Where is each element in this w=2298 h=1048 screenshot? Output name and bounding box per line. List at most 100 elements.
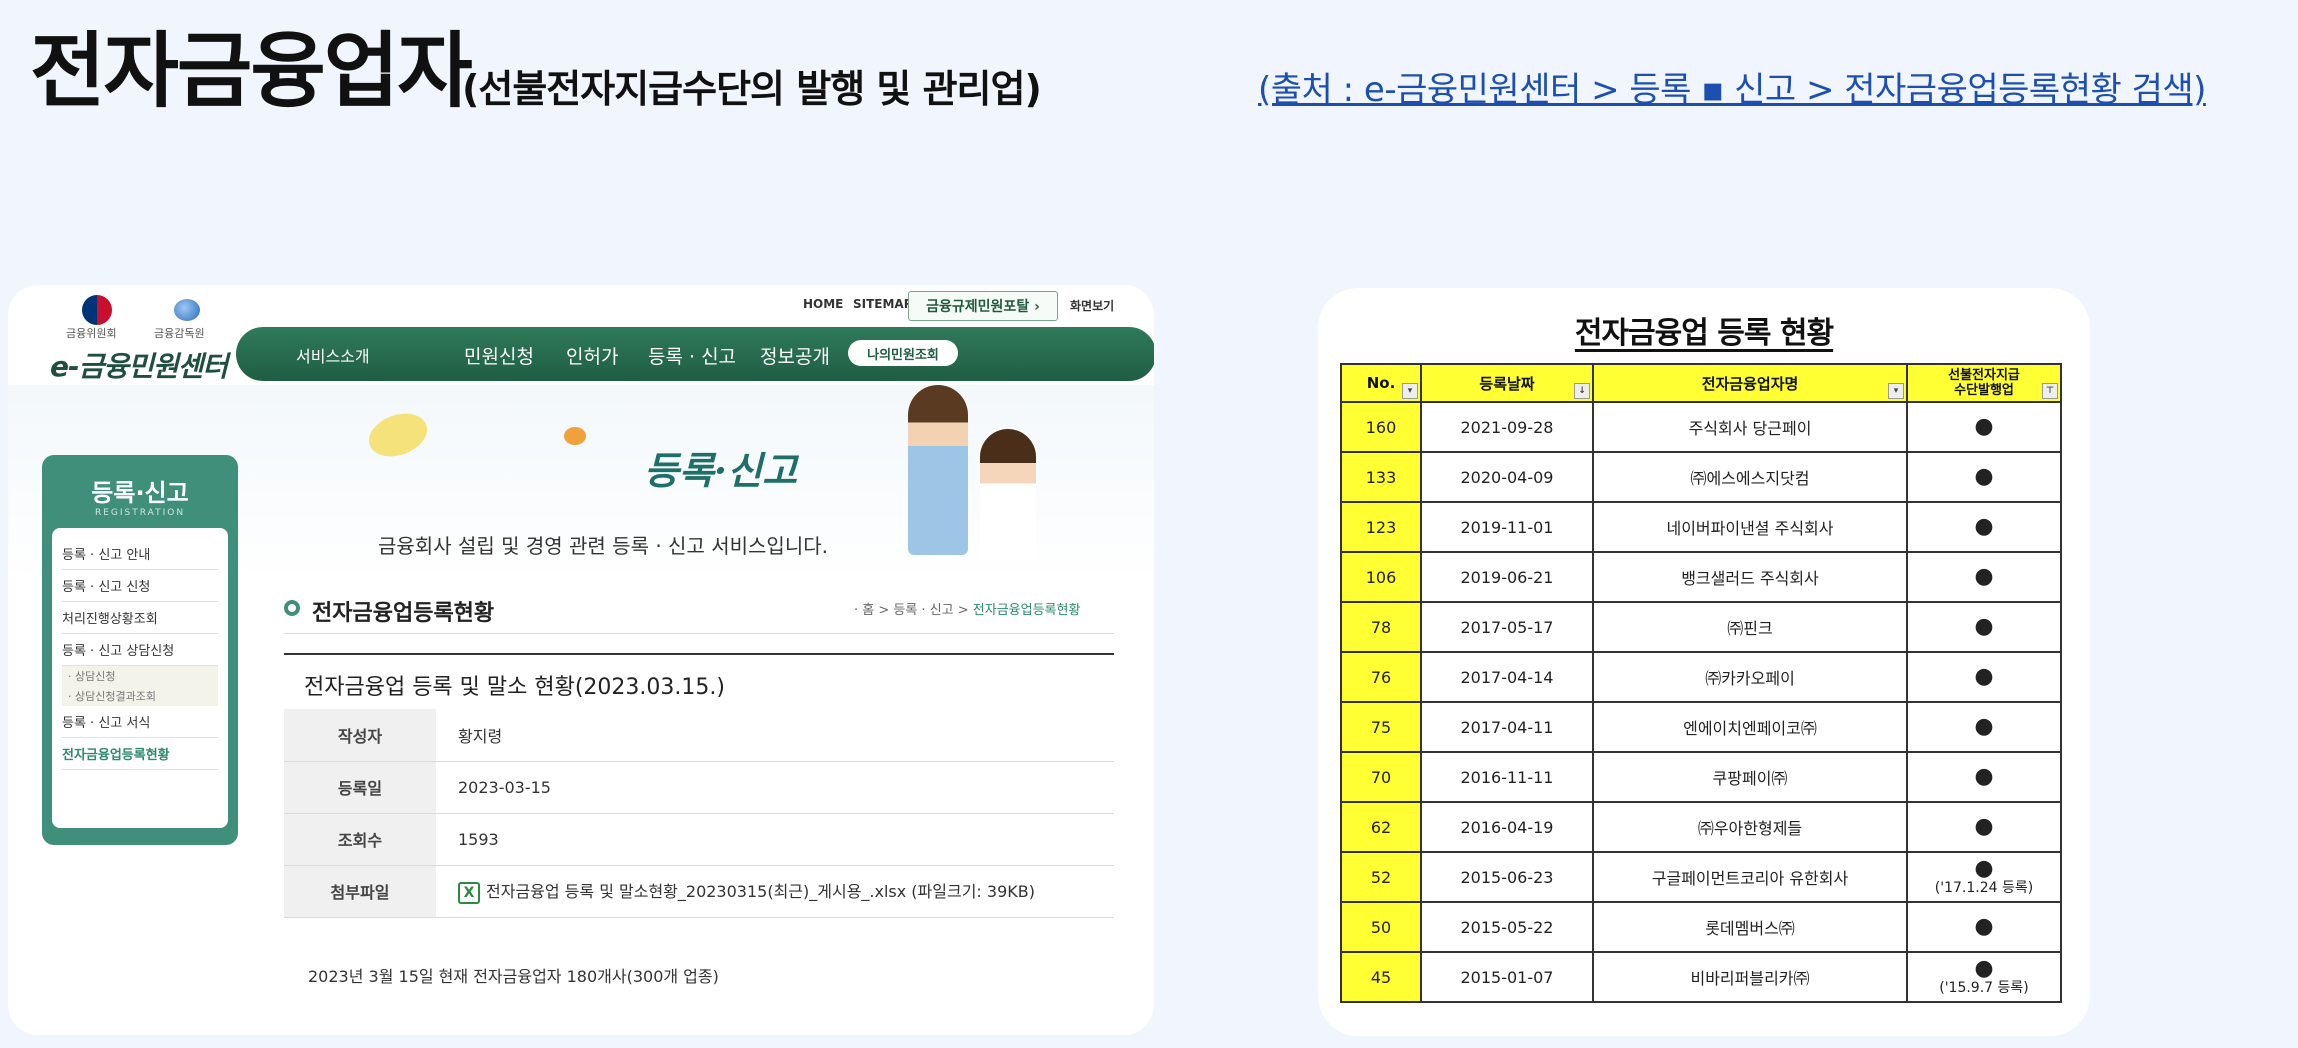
cell-company[interactable]: 주식회사 당근페이 <box>1592 401 1908 453</box>
cell-prepaid[interactable]: ● <box>1906 451 2062 503</box>
cell-date[interactable]: 2015-06-23 <box>1420 851 1594 903</box>
cell-no[interactable]: 62 <box>1340 801 1422 853</box>
cell-no[interactable]: 45 <box>1340 951 1422 1003</box>
post-key-author: 작성자 <box>284 709 436 762</box>
view-label[interactable]: 화면보기 <box>1070 297 1114 314</box>
org-name-fsc: 금융위원회 <box>66 327 117 340</box>
cell-company[interactable]: ㈜핀크 <box>1592 601 1908 653</box>
filter-dropdown-icon[interactable]: ▾ <box>1402 383 1418 399</box>
nav-item-complaint[interactable]: 민원신청 <box>464 342 534 369</box>
page-title: 전자금융업자 <box>30 24 473 119</box>
post-key-attachment: 첨부파일 <box>284 865 436 918</box>
side-menu-item-efinance-status[interactable]: 전자금융업등록현황 <box>62 738 218 770</box>
registered-dot: ● <box>1974 814 1994 839</box>
cell-no[interactable]: 70 <box>1340 751 1422 803</box>
cell-date[interactable]: 2019-06-21 <box>1420 551 1594 603</box>
side-menu-item-guide[interactable]: 등록 · 신고 안내 <box>62 538 218 570</box>
column-header-company[interactable]: 전자금융업자명 ▾ <box>1592 363 1908 403</box>
column-header-date[interactable]: 등록날짜 ↓ <box>1420 363 1594 403</box>
cell-company[interactable]: 뱅크샐러드 주식회사 <box>1592 551 1908 603</box>
column-header-label: 선불전자지급 수단발행업 <box>1948 368 2020 398</box>
cell-company[interactable]: ㈜카카오페이 <box>1592 651 1908 703</box>
banner-description: 금융회사 설립 및 경영 관련 등록 · 신고 서비스입니다. <box>378 534 828 558</box>
cell-no[interactable]: 123 <box>1340 501 1422 553</box>
cell-date[interactable]: 2015-01-07 <box>1420 951 1594 1003</box>
cell-no[interactable]: 75 <box>1340 701 1422 753</box>
cell-company[interactable]: 쿠팡페이㈜ <box>1592 751 1908 803</box>
cell-prepaid[interactable]: ● <box>1906 501 2062 553</box>
cell-no[interactable]: 106 <box>1340 551 1422 603</box>
nav-service-intro[interactable]: 서비스소개 <box>296 343 370 367</box>
cell-date[interactable]: 2017-04-11 <box>1420 701 1594 753</box>
table-row: 106 2019-06-21 뱅크샐러드 주식회사 ● <box>1340 551 2062 603</box>
website-screenshot-card: HOME SITEMAP 금융규제민원포탈 › 화면보기 금융위원회 금융감독원… <box>8 285 1154 1035</box>
cell-date[interactable]: 2021-09-28 <box>1420 401 1594 453</box>
source-link[interactable]: (출처 : e-금융민원센터 > 등록 ▪ 신고 > 전자금융업등록현황 검색) <box>1258 62 2206 111</box>
cell-prepaid[interactable]: ● <box>1906 751 2062 803</box>
table-row: 160 2021-09-28 주식회사 당근페이 ● <box>1340 401 2062 453</box>
cell-company[interactable]: ㈜에스에스지닷컴 <box>1592 451 1908 503</box>
breadcrumb-path[interactable]: · 홈 > 등록 · 신고 > <box>854 603 973 618</box>
cell-company[interactable]: ㈜우아한형제들 <box>1592 801 1908 853</box>
cell-no[interactable]: 78 <box>1340 601 1422 653</box>
cell-company[interactable]: 구글페이먼트코리아 유한회사 <box>1592 851 1908 903</box>
table-row: 78 2017-05-17 ㈜핀크 ● <box>1340 601 2062 653</box>
cell-date[interactable]: 2015-05-22 <box>1420 901 1594 953</box>
cell-prepaid[interactable]: ● <box>1906 401 2062 453</box>
cell-date[interactable]: 2017-04-14 <box>1420 651 1594 703</box>
nav-item-disclosure[interactable]: 정보공개 <box>760 342 830 369</box>
site-logo[interactable]: e-금융민원센터 <box>50 345 228 385</box>
cell-prepaid[interactable]: ● <box>1906 551 2062 603</box>
nav-item-license[interactable]: 인허가 <box>566 342 618 369</box>
cell-no[interactable]: 160 <box>1340 401 1422 453</box>
cell-date[interactable]: 2020-04-09 <box>1420 451 1594 503</box>
registered-dot: ● <box>1974 914 1994 939</box>
registered-dot: ● <box>1974 614 1994 639</box>
column-header-label: 전자금융업자명 <box>1701 374 1799 393</box>
filter-dropdown-icon[interactable]: ▾ <box>1888 383 1904 399</box>
sitemap-link[interactable]: SITEMAP <box>853 297 913 311</box>
cell-company[interactable]: 비바리퍼블리카㈜ <box>1592 951 1908 1003</box>
side-menu-item-consult[interactable]: 등록 · 신고 상담신청 <box>62 634 218 666</box>
cell-no[interactable]: 52 <box>1340 851 1422 903</box>
cell-prepaid[interactable]: ● <box>1906 901 2062 953</box>
side-menu-list: 등록 · 신고 안내 등록 · 신고 신청 처리진행상황조회 등록 · 신고 상… <box>52 528 228 828</box>
filter-active-icon[interactable]: ⊤ <box>2042 383 2058 399</box>
cell-prepaid[interactable]: ● <box>1906 801 2062 853</box>
portal-button[interactable]: 금융규제민원포탈 › <box>908 291 1058 321</box>
side-menu-title: 등록·신고 <box>91 479 189 507</box>
side-menu-item-forms[interactable]: 등록 · 신고 서식 <box>62 706 218 738</box>
cell-prepaid[interactable]: ● <box>1906 701 2062 753</box>
column-header-no[interactable]: No. ▾ <box>1340 363 1422 403</box>
section-title: 전자금융업등록현황 <box>312 601 495 626</box>
cell-date[interactable]: 2016-11-11 <box>1420 751 1594 803</box>
cell-company[interactable]: 엔에이치엔페이코㈜ <box>1592 701 1908 753</box>
sort-dropdown-icon[interactable]: ↓ <box>1574 383 1590 399</box>
cell-no[interactable]: 133 <box>1340 451 1422 503</box>
cell-date[interactable]: 2016-04-19 <box>1420 801 1594 853</box>
table-row: 45 2015-01-07 비바리퍼블리카㈜ ● ('15.9.7 등록) <box>1340 951 2062 1003</box>
cell-company[interactable]: 네이버파이낸셜 주식회사 <box>1592 501 1908 553</box>
cell-date[interactable]: 2017-05-17 <box>1420 601 1594 653</box>
cell-date[interactable]: 2019-11-01 <box>1420 501 1594 553</box>
section-divider <box>284 633 1114 634</box>
registration-table: No. ▾ 등록날짜 ↓ 전자금융업자명 ▾ 선불전자지급 수단발행업 ⊤ 160 202… <box>1340 363 2062 1003</box>
side-menu-subitem-consult-result[interactable]: · 상담신청결과조회 <box>62 686 218 706</box>
cell-prepaid[interactable]: ● <box>1906 601 2062 653</box>
column-header-prepaid[interactable]: 선불전자지급 수단발행업 ⊤ <box>1906 363 2062 403</box>
nav-item-registration[interactable]: 등록 · 신고 <box>648 342 736 369</box>
cell-prepaid[interactable]: ● ('15.9.7 등록) <box>1906 951 2062 1003</box>
cell-prepaid[interactable]: ● <box>1906 651 2062 703</box>
cell-prepaid[interactable]: ● ('17.1.24 등록) <box>1906 851 2062 903</box>
side-menu-subitem-consult-apply[interactable]: · 상담신청 <box>62 666 218 686</box>
side-menu-item-status[interactable]: 처리진행상황조회 <box>62 602 218 634</box>
cell-company[interactable]: 롯데멤버스㈜ <box>1592 901 1908 953</box>
home-link[interactable]: HOME <box>803 297 843 311</box>
registration-table-card: 전자금융업 등록 현황 No. ▾ 등록날짜 ↓ 전자금융업자명 ▾ 선불전자지급 수… <box>1318 288 2090 1036</box>
cell-no[interactable]: 76 <box>1340 651 1422 703</box>
attachment-link[interactable]: 전자금융업 등록 및 말소현황_20230315(최근)_게시용_.xlsx (… <box>486 882 1035 901</box>
cell-no[interactable]: 50 <box>1340 901 1422 953</box>
table-row: 등록일 2023-03-15 <box>284 761 1114 814</box>
my-complaint-button[interactable]: 나의민원조회 <box>848 340 958 366</box>
side-menu-item-apply[interactable]: 등록 · 신고 신청 <box>62 570 218 602</box>
